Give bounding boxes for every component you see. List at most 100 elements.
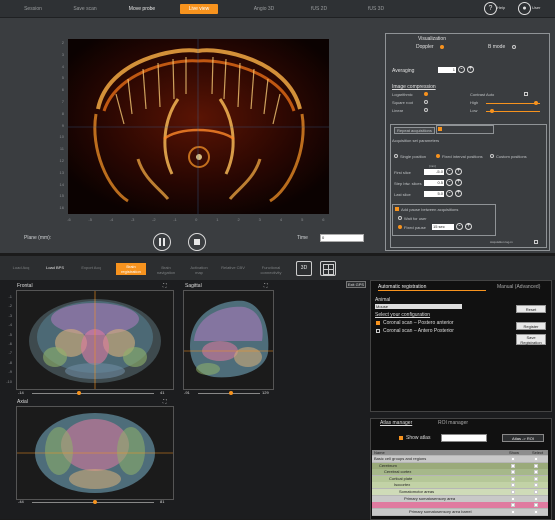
tree-show-checkbox[interactable] (511, 470, 515, 475)
atlas-to-roi-button[interactable]: Atlas -> ROI (502, 434, 544, 442)
repeat-acq-field[interactable] (436, 125, 494, 134)
tab-move-probe[interactable]: Move probe (124, 4, 160, 14)
tab-brain-registration[interactable]: Brain registration (116, 263, 146, 275)
reset-button[interactable]: Reset (516, 305, 546, 313)
tab-session[interactable]: Session (18, 4, 48, 14)
bmode-radio[interactable] (512, 45, 516, 49)
btn-3d[interactable]: 3D (296, 261, 312, 276)
contrast-auto-checkbox[interactable] (524, 92, 528, 96)
step-plus-button[interactable]: + (455, 179, 462, 186)
axial-slider-knob[interactable] (93, 500, 97, 504)
atlas-tree-row[interactable]: Isocortex (372, 482, 548, 489)
atlas-opacity-field[interactable] (441, 434, 487, 442)
atlas-tree-row[interactable]: Primary somatosensory area barrel (372, 508, 548, 515)
first-slice-minus-button[interactable]: - (446, 168, 453, 175)
custom-positions-radio[interactable] (490, 154, 494, 158)
tree-select-checkbox[interactable] (534, 457, 538, 461)
last-slice-input[interactable]: 5.0 (424, 191, 444, 197)
frontal-slider[interactable] (32, 393, 154, 394)
tab-save-scan[interactable]: Save scan (68, 4, 102, 14)
step-input[interactable]: 0.5 (424, 180, 444, 186)
tab-brain-navigation[interactable]: Brain navigation (152, 265, 180, 275)
doppler-radio[interactable] (440, 45, 444, 49)
atlas-tree-row[interactable]: Cerebral cortex (372, 469, 548, 476)
tab-fus-2d[interactable]: fUS 2D (305, 4, 333, 14)
fixed-pause-plus-button[interactable]: + (465, 223, 472, 230)
frontal-expand-icon[interactable]: ⛶ (163, 283, 167, 289)
grid-view-icon[interactable] (320, 261, 336, 276)
tab-activation-map[interactable]: Activation map (186, 265, 212, 275)
atlas-tree-row[interactable]: Somatomotor areas (372, 489, 548, 495)
logarithmic-radio[interactable] (424, 92, 428, 96)
coronal-ap-checkbox[interactable] (376, 329, 380, 333)
averaging-minus-button[interactable]: - (458, 66, 465, 73)
tab-live-view[interactable]: Live view (180, 4, 218, 14)
tree-select-checkbox[interactable] (534, 483, 538, 488)
tree-select-checkbox[interactable] (534, 509, 538, 514)
tree-show-checkbox[interactable] (511, 463, 515, 468)
tab-load-bps[interactable]: Load BPS (42, 265, 68, 270)
tab-relative-cbv[interactable]: Relative CBV (220, 265, 246, 270)
square-root-radio[interactable] (424, 100, 428, 104)
step-minus-button[interactable]: - (446, 179, 453, 186)
axial-view[interactable] (16, 406, 174, 500)
averaging-plus-button[interactable]: + (467, 66, 474, 73)
add-pause-checkbox[interactable] (395, 207, 399, 211)
tree-select-checkbox[interactable] (534, 503, 538, 508)
tab-functional-connectivity[interactable]: Functional connectivity (254, 265, 288, 275)
exit-gps-button[interactable]: Exit GPS (346, 281, 366, 288)
fixed-pause-minus-button[interactable]: - (456, 223, 463, 230)
tab-fus-3d[interactable]: fUS 3D (362, 4, 390, 14)
axial-expand-icon[interactable]: ⛶ (163, 399, 167, 405)
atlas-tree-row[interactable]: Basic cell groups and regions (372, 456, 548, 462)
tree-show-checkbox[interactable] (511, 490, 515, 494)
tree-show-checkbox[interactable] (511, 476, 515, 481)
fixed-pause-input[interactable]: 15 sec (432, 224, 454, 230)
tab-angio-3d[interactable]: Angio 3D (246, 4, 282, 14)
last-slice-minus-button[interactable]: - (446, 190, 453, 197)
tree-show-checkbox[interactable] (511, 457, 515, 461)
acq-log-checkbox[interactable] (534, 240, 538, 244)
animal-select[interactable]: Mouse (375, 304, 462, 309)
repeat-acq-tab[interactable]: Repeat acquisitions (394, 127, 435, 134)
first-slice-plus-button[interactable]: + (455, 168, 462, 175)
low-slider-knob[interactable] (490, 109, 494, 113)
fixed-pause-radio[interactable] (398, 225, 402, 229)
tree-show-checkbox[interactable] (511, 496, 515, 501)
low-slider[interactable] (486, 111, 540, 112)
atlas-manager-tab[interactable]: Atlas manager (380, 420, 412, 426)
tab-export-acq[interactable]: Export Acq (76, 265, 106, 270)
stop-button[interactable] (188, 233, 206, 251)
tree-select-checkbox[interactable] (534, 496, 538, 501)
power-doppler-image[interactable] (68, 39, 329, 214)
last-slice-plus-button[interactable]: + (455, 190, 462, 197)
sagittal-expand-icon[interactable]: ⛶ (264, 283, 268, 289)
sagittal-view[interactable] (183, 290, 274, 390)
tree-select-checkbox[interactable] (534, 463, 538, 468)
atlas-tree-row[interactable]: Cerebrum (372, 462, 548, 469)
fixed-interval-radio[interactable] (436, 154, 440, 158)
tree-select-checkbox[interactable] (534, 476, 538, 481)
tree-show-checkbox[interactable] (511, 509, 515, 514)
high-slider[interactable] (486, 103, 540, 104)
first-slice-input[interactable]: -5.0 (424, 169, 444, 175)
high-slider-knob[interactable] (534, 101, 538, 105)
tree-show-checkbox[interactable] (511, 503, 515, 508)
roi-manager-tab[interactable]: ROI manager (438, 420, 468, 426)
averaging-input[interactable]: 1 (438, 67, 456, 73)
show-atlas-checkbox[interactable] (399, 436, 403, 440)
tree-select-checkbox[interactable] (534, 470, 538, 475)
user-icon[interactable]: ● (518, 2, 531, 15)
linear-radio[interactable] (424, 108, 428, 112)
atlas-tree-row[interactable]: Primary somatosensory area (372, 495, 548, 502)
tree-select-checkbox[interactable] (534, 490, 538, 494)
manual-tab[interactable]: Manual (Advanced) (497, 284, 540, 290)
pause-button[interactable] (153, 233, 171, 251)
time-input[interactable]: 0 (320, 234, 364, 242)
single-position-radio[interactable] (394, 154, 398, 158)
atlas-tree-row[interactable] (372, 502, 548, 509)
atlas-tree-row[interactable]: Cortical plate (372, 475, 548, 482)
coronal-pa-checkbox[interactable] (376, 321, 380, 325)
tree-show-checkbox[interactable] (511, 483, 515, 488)
tab-load-acq[interactable]: Load Acq (8, 265, 34, 270)
